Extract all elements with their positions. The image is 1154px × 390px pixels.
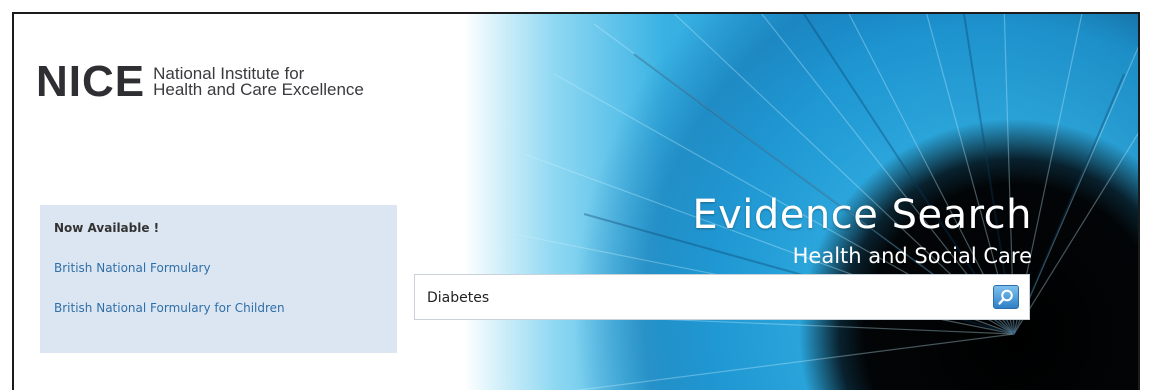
now-available-heading: Now Available ! [54, 221, 160, 235]
logo-mark: NICE [36, 57, 146, 106]
bnf-children-link[interactable]: British National Formulary for Children [54, 301, 285, 315]
page-frame: Evidence Search Health and Social Care N… [12, 12, 1140, 390]
search-box [414, 274, 1030, 320]
search-button[interactable] [993, 285, 1019, 309]
hero-subtitle: Health and Social Care [792, 244, 1032, 268]
hero-eye-banner: Evidence Search Health and Social Care [404, 14, 1138, 390]
search-input[interactable] [427, 287, 967, 309]
magnifier-icon [998, 289, 1013, 305]
hero-title: Evidence Search [692, 192, 1032, 238]
bnf-link[interactable]: British National Formulary [54, 261, 211, 275]
logo-line-2: Health and Care Excellence [153, 80, 364, 99]
nice-logo[interactable]: NICE National Institute for Health and C… [36, 60, 364, 104]
now-available-panel: Now Available ! British National Formula… [40, 205, 397, 353]
logo-text: National Institute for Health and Care E… [153, 65, 364, 99]
